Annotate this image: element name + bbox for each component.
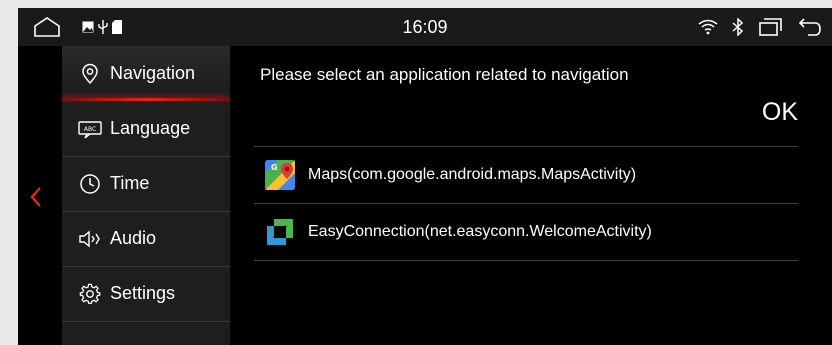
- sidebar-item-label: Settings: [110, 283, 176, 303]
- sidebar-item-language[interactable]: ABC Language: [62, 101, 230, 156]
- usb-icon: [98, 20, 108, 34]
- navigation-app-chooser: Please select an application related to …: [230, 46, 832, 345]
- easyconnection-icon: [264, 216, 296, 248]
- svg-text:ABC: ABC: [84, 126, 96, 133]
- gear-icon: [78, 282, 102, 306]
- app-label: Maps(com.google.android.maps.MapsActivit…: [308, 166, 637, 183]
- clock-icon: [78, 172, 102, 196]
- chevron-left-icon[interactable]: [26, 184, 46, 210]
- recent-apps-icon[interactable]: [758, 17, 784, 37]
- sidebar-item-time[interactable]: Time: [62, 156, 230, 211]
- list-item-easyconnection[interactable]: EasyConnection(net.easyconn.WelcomeActiv…: [254, 204, 798, 260]
- status-bar: 16:09: [18, 8, 832, 46]
- ok-button[interactable]: OK: [762, 98, 798, 127]
- status-indicators: [82, 19, 122, 35]
- sidebar-item-label: Time: [110, 173, 150, 193]
- bluetooth-icon: [732, 18, 744, 36]
- image-icon: [82, 21, 94, 33]
- sidebar-divider: [62, 321, 230, 322]
- location-pin-icon: [78, 62, 102, 86]
- sidebar-item-settings[interactable]: Settings: [62, 266, 230, 321]
- wifi-icon: [698, 19, 718, 35]
- list-item-maps[interactable]: G Maps(com.google.android.maps.MapsActiv…: [254, 147, 798, 203]
- speaker-icon: [78, 227, 102, 251]
- keyboard-icon: ABC: [78, 117, 102, 141]
- sd-card-icon: [112, 20, 122, 34]
- sidebar-item-label: Navigation: [110, 63, 196, 83]
- home-icon[interactable]: [32, 16, 62, 38]
- back-icon[interactable]: [798, 17, 822, 37]
- sidebar-item-label: Language: [110, 118, 191, 138]
- page-title: Please select an application related to …: [260, 65, 629, 84]
- status-right-group: [698, 16, 822, 38]
- sidebar-item-audio[interactable]: Audio: [62, 211, 230, 266]
- list-divider: [254, 260, 798, 261]
- sidebar-item-label: Audio: [110, 228, 157, 248]
- sidebar-item-navigation[interactable]: Navigation: [62, 46, 230, 101]
- app-label: EasyConnection(net.easyconn.WelcomeActiv…: [308, 223, 652, 240]
- google-maps-icon: G: [264, 159, 296, 191]
- head-unit-screen: 16:09 Navigation ABC Language Time Audio…: [18, 8, 832, 345]
- svg-text:G: G: [271, 163, 278, 172]
- settings-sidebar: Navigation ABC Language Time Audio Setti…: [62, 46, 230, 345]
